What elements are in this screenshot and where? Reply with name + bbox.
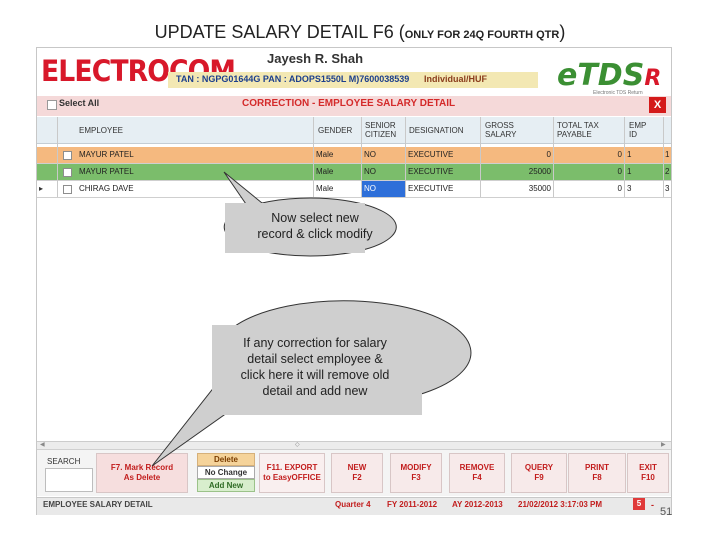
callout-text-2: If any correction for salary detail sele… bbox=[200, 335, 430, 399]
callout-text-1: Now select new record & click modify bbox=[230, 210, 400, 242]
page-number: 51 bbox=[660, 506, 673, 518]
callout-shapes bbox=[151, 171, 472, 467]
callout-1-line-1: Now select new bbox=[271, 211, 359, 225]
callout-2-line-3: click here it will remove old bbox=[240, 368, 390, 382]
callout-2-line-2: detail select employee & bbox=[247, 352, 383, 366]
callout-1-line-2: record & click modify bbox=[257, 227, 373, 241]
callout-2-line-4: detail and add new bbox=[262, 384, 368, 398]
callout-2-line-1: If any correction for salary bbox=[243, 336, 387, 350]
